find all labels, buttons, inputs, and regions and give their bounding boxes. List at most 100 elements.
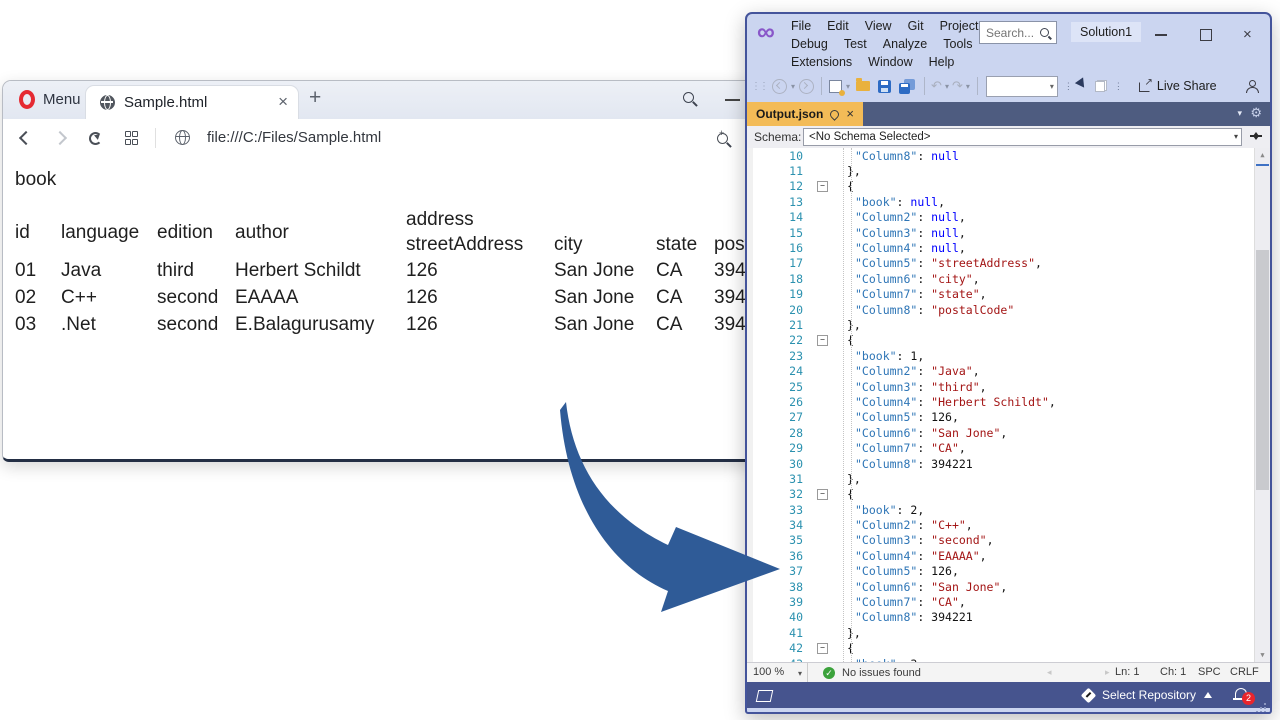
undo-button[interactable]: ↶ [931, 78, 942, 94]
menu-item[interactable]: Help [929, 55, 955, 69]
select-repository-button[interactable]: Select Repository [1083, 682, 1212, 708]
code-line[interactable]: 34"Column2": "C++", [753, 517, 1270, 532]
chevron-down-icon[interactable]: ▾ [945, 82, 949, 91]
resize-grip[interactable] [1264, 703, 1266, 705]
opera-logo-icon[interactable] [19, 90, 35, 109]
code-line[interactable]: 27"Column5": 126, [753, 410, 1270, 425]
scroll-up-icon[interactable]: ▲ [1255, 148, 1270, 162]
fold-collapse-icon[interactable]: − [817, 489, 828, 500]
tab-close-icon[interactable]: × [278, 92, 288, 112]
chevron-down-icon[interactable]: ▾ [846, 82, 850, 91]
menu-item[interactable]: Project [940, 19, 979, 33]
code-line[interactable]: 13"book": null, [753, 194, 1270, 209]
pin-icon[interactable] [828, 108, 841, 121]
code-line[interactable]: 21}, [753, 317, 1270, 332]
code-line[interactable]: 25"Column3": "third", [753, 379, 1270, 394]
code-line[interactable]: 14"Column2": null, [753, 210, 1270, 225]
toolbar-combobox[interactable]: ▾ [986, 76, 1058, 97]
navigate-forward-button[interactable] [799, 79, 814, 94]
breakpoint-margin[interactable] [747, 148, 753, 662]
spaces-indicator[interactable]: SPC [1198, 666, 1221, 678]
code-line[interactable]: 18"Column6": "city", [753, 271, 1270, 286]
toolbar-overflow-button[interactable]: ⋮ [1064, 81, 1072, 92]
code-line[interactable]: 38"Column6": "San Jone", [753, 579, 1270, 594]
url-text[interactable]: file:///C:/Files/Sample.html [207, 129, 381, 146]
vertical-scrollbar[interactable]: ▲ ▼ [1254, 148, 1270, 662]
menu-item[interactable]: Window [868, 55, 912, 69]
code-line[interactable]: 31}, [753, 471, 1270, 486]
gear-icon[interactable]: ⚙ [1250, 105, 1262, 121]
code-line[interactable]: 11}, [753, 163, 1270, 178]
minimize-button[interactable] [1155, 28, 1168, 41]
code-line[interactable]: 26"Column4": "Herbert Schildt", [753, 394, 1270, 409]
search-icon[interactable] [683, 92, 694, 103]
chevron-down-icon[interactable]: ▾ [966, 82, 970, 91]
document-tab-outputjson[interactable]: Output.json × [747, 102, 863, 126]
code-line[interactable]: 29"Column7": "CA", [753, 440, 1270, 455]
code-line[interactable]: 16"Column4": null, [753, 240, 1270, 255]
menu-item[interactable]: Git [908, 19, 924, 33]
speed-dial-icon[interactable] [125, 131, 137, 145]
code-line[interactable]: 22−{ [753, 333, 1270, 348]
live-share-icon[interactable]: ↗ [1139, 80, 1152, 92]
code-line[interactable]: 41}, [753, 625, 1270, 640]
scrollbar-thumb[interactable] [1256, 250, 1269, 490]
menu-item[interactable]: Test [844, 37, 867, 51]
menu-item[interactable]: Debug [791, 37, 828, 51]
code-line[interactable]: 32−{ [753, 487, 1270, 502]
chevron-down-icon[interactable]: ▾ [1237, 108, 1242, 119]
document-health-indicator[interactable]: ✓ No issues found [823, 663, 921, 683]
find-zoom-icon[interactable]: + [717, 131, 728, 149]
menu-item[interactable]: Extensions [791, 55, 852, 69]
code-line[interactable]: 15"Column3": null, [753, 225, 1270, 240]
code-line[interactable]: 33"book": 2, [753, 502, 1270, 517]
code-line[interactable]: 30"Column8": 394221 [753, 456, 1270, 471]
code-line[interactable]: 36"Column4": "EAAAA", [753, 548, 1270, 563]
hscroll-right-icon[interactable]: ▸ [1105, 667, 1110, 678]
chevron-down-icon[interactable]: ▾ [791, 82, 795, 91]
live-share-button[interactable]: Live Share [1157, 79, 1217, 93]
open-file-button[interactable] [856, 81, 870, 91]
tab-close-icon[interactable]: × [846, 109, 854, 119]
toolbar-grip[interactable]: ⋮⋮ [751, 81, 767, 92]
redo-button[interactable]: ↷ [952, 78, 963, 94]
maximize-button[interactable] [1199, 28, 1212, 41]
code-line[interactable]: 23"book": 1, [753, 348, 1270, 363]
close-button[interactable]: × [1243, 28, 1256, 41]
vs-search-box[interactable] [979, 21, 1057, 44]
save-all-button[interactable] [899, 79, 915, 94]
browser-active-tab[interactable]: Sample.html × [85, 85, 299, 120]
code-line[interactable]: 24"Column2": "Java", [753, 363, 1270, 378]
scroll-down-icon[interactable]: ▼ [1255, 648, 1270, 662]
json-code-editor[interactable]: 10"Column8": null11},12−{13"book": null,… [747, 148, 1270, 662]
code-line[interactable]: 20"Column8": "postalCode" [753, 302, 1270, 317]
code-line[interactable]: 17"Column5": "streetAddress", [753, 256, 1270, 271]
navigate-back-button[interactable] [772, 79, 787, 94]
save-button[interactable] [878, 80, 891, 93]
hscroll-left-icon[interactable]: ◂ [1047, 667, 1052, 678]
menu-item[interactable]: File [791, 19, 811, 33]
split-window-icon[interactable] [1250, 129, 1262, 143]
new-tab-button[interactable]: + [309, 86, 321, 110]
background-tasks-icon[interactable] [756, 690, 774, 702]
menu-item[interactable]: View [865, 19, 892, 33]
vs-search-input[interactable] [984, 25, 1040, 41]
code-line[interactable]: 10"Column8": null [753, 148, 1270, 163]
code-line[interactable]: 28"Column6": "San Jone", [753, 425, 1270, 440]
fold-collapse-icon[interactable]: − [817, 181, 828, 192]
menu-item[interactable]: Edit [827, 19, 849, 33]
code-line[interactable]: 40"Column8": 394221 [753, 610, 1270, 625]
menu-item[interactable]: Analyze [883, 37, 927, 51]
solution-name[interactable]: Solution1 [1071, 22, 1141, 42]
line-ending-indicator[interactable]: CRLF [1230, 666, 1259, 678]
copy-button[interactable] [1095, 80, 1107, 92]
back-icon[interactable] [19, 131, 33, 145]
code-line[interactable]: 37"Column5": 126, [753, 564, 1270, 579]
code-line[interactable]: 39"Column7": "CA", [753, 594, 1270, 609]
code-line[interactable]: 42−{ [753, 641, 1270, 656]
schema-dropdown[interactable]: <No Schema Selected> ▾ [803, 128, 1242, 146]
code-line[interactable]: 12−{ [753, 179, 1270, 194]
new-project-button[interactable] [829, 80, 842, 93]
toolbar-overflow-button[interactable]: ⋮ [1114, 81, 1122, 92]
fold-collapse-icon[interactable]: − [817, 643, 828, 654]
